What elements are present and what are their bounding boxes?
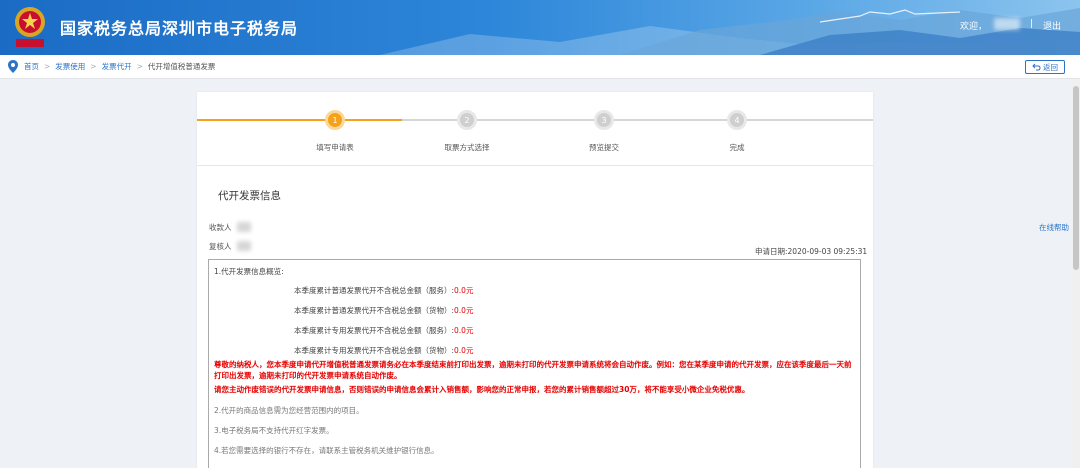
- step-1-circle: 1: [325, 110, 345, 130]
- step-4-label: 完成: [729, 143, 745, 152]
- username-redacted: [994, 18, 1020, 30]
- step-2-label: 取票方式选择: [444, 143, 490, 152]
- breadcrumb-invoice-issue[interactable]: 发票代开: [102, 61, 132, 72]
- online-help-link[interactable]: 在线帮助: [1039, 222, 1069, 233]
- step-3-label: 预览提交: [589, 143, 619, 152]
- tax-emblem-icon: [15, 7, 45, 47]
- notice-amount-value: 0.0元: [454, 286, 474, 295]
- progress-stepper: 1 2 3 4 填写申请表 取票方式选择 预览提交 完成: [197, 92, 873, 166]
- application-card: 1 2 3 4 填写申请表 取票方式选择 预览提交 完成 代开发票信息 收款人 …: [197, 92, 873, 468]
- payee-value-redacted: [237, 222, 251, 232]
- return-arrow-icon: [1032, 63, 1041, 71]
- notice-amount-value: 0.0元: [454, 346, 474, 355]
- step-2-circle: 2: [457, 110, 477, 130]
- location-pin-icon: [8, 60, 18, 73]
- notice-item-2: 2.代开的商品信息需为您经营范围内的项目。: [214, 406, 364, 415]
- step-1-label: 填写申请表: [316, 143, 354, 152]
- notice-amount-line: 本季度累计专用发票代开不含税总金额（货物）:0.0元: [294, 345, 473, 356]
- notice-amount-line: 本季度累计专用发票代开不含税总金额（服务）:0.0元: [294, 325, 473, 336]
- breadcrumb-separator: >: [136, 62, 143, 71]
- notice-amount-text: 本季度累计普通发票代开不含税总金额（货物）:: [294, 306, 455, 315]
- site-title: 国家税务总局深圳市电子税务局: [60, 19, 299, 38]
- notice-item-3: 3.电子税务局不支持代开红字发票。: [214, 426, 334, 435]
- reviewer-value-redacted: [237, 241, 251, 251]
- breadcrumb-separator: >: [44, 62, 51, 71]
- notice-amount-line: 本季度累计普通发票代开不含税总金额（货物）:0.0元: [294, 305, 473, 316]
- notice-warning-void: 请您主动作废错误的代开发票申请信息，否则错误的申请信息会累计入销售额，影响您的正…: [214, 385, 750, 394]
- step-3-circle: 3: [594, 110, 614, 130]
- logout-link[interactable]: 退出: [1043, 19, 1061, 32]
- breadcrumb-bar: 首页 > 发票使用 > 发票代开 > 代开增值税普通发票 返回: [0, 55, 1080, 79]
- site-header: 国家税务总局深圳市电子税务局 欢迎， | 退出: [0, 0, 1080, 55]
- back-button[interactable]: 返回: [1025, 60, 1065, 74]
- notice-heading: 1.代开发票信息概览:: [214, 267, 284, 276]
- breadcrumb-invoice-use[interactable]: 发票使用: [55, 61, 85, 72]
- notice-amount-text: 本季度累计专用发票代开不含税总金额（服务）:: [294, 326, 455, 335]
- notice-amount-text: 本季度累计专用发票代开不含税总金额（货物）:: [294, 346, 455, 355]
- notice-amount-value: 0.0元: [454, 306, 474, 315]
- notice-amount-value: 0.0元: [454, 326, 474, 335]
- breadcrumb-current: 代开增值税普通发票: [147, 62, 216, 71]
- notice-amount-line: 本季度累计普通发票代开不含税总金额（服务）:0.0元: [294, 285, 473, 296]
- notice-warning-print: 尊敬的纳税人，您本季度申请代开增值税普通发票请务必在本季度结束前打印出发票，逾期…: [214, 360, 852, 380]
- reviewer-label: 复核人: [209, 242, 232, 251]
- section-title: 代开发票信息: [218, 190, 281, 202]
- breadcrumb-separator: >: [90, 62, 97, 71]
- invoice-notice-box: 1.代开发票信息概览: 本季度累计普通发票代开不含税总金额（服务）:0.0元 本…: [208, 259, 861, 468]
- payee-label: 收款人: [209, 223, 232, 232]
- notice-amount-text: 本季度累计普通发票代开不含税总金额（服务）:: [294, 286, 455, 295]
- apply-date: 申请日期:2020-09-03 09:25:31: [755, 247, 868, 256]
- breadcrumb-home[interactable]: 首页: [24, 61, 39, 72]
- breadcrumb: 首页 > 发票使用 > 发票代开 > 代开增值税普通发票: [24, 61, 215, 72]
- step-track-active: [197, 119, 402, 121]
- step-4-circle: 4: [727, 110, 747, 130]
- notice-item-4: 4.若您需要选择的银行不存在，请联系主管税务机关维护银行信息。: [214, 446, 439, 455]
- welcome-text: 欢迎，: [960, 22, 988, 32]
- scrollbar-thumb[interactable]: [1073, 86, 1079, 270]
- back-button-label: 返回: [1043, 62, 1058, 72]
- header-separator: |: [1030, 19, 1034, 29]
